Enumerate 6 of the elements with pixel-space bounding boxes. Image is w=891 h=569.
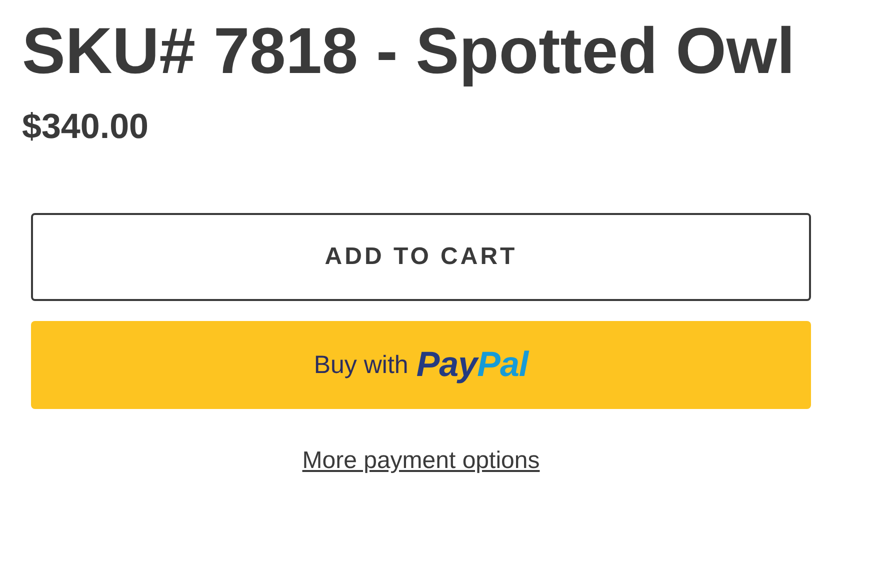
add-to-cart-button[interactable]: ADD TO CART: [31, 212, 811, 301]
product-price: $340.00: [22, 106, 149, 147]
paypal-button[interactable]: Buy with PayPal: [31, 320, 811, 409]
product-title: SKU# 7818 - Spotted Owl: [22, 14, 796, 89]
paypal-logo: PayPal: [416, 344, 528, 385]
more-payment-options-link[interactable]: More payment options: [302, 446, 540, 475]
